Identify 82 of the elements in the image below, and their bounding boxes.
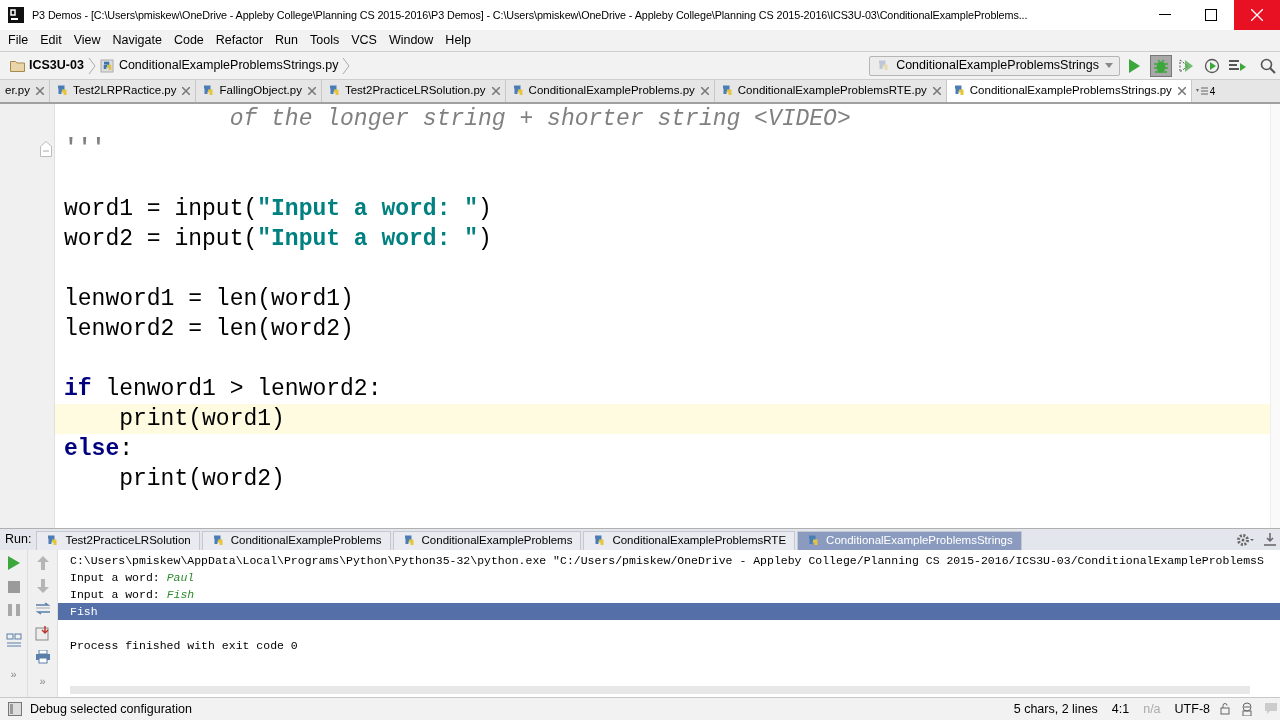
- python-icon: [45, 534, 60, 548]
- code-line: else:: [64, 434, 134, 464]
- code-line: if lenword1 > lenword2:: [64, 374, 382, 404]
- rerun-icon[interactable]: [7, 556, 20, 570]
- menu-item[interactable]: Tools: [304, 31, 346, 50]
- code-line: word1 = input("Input a word: "): [64, 194, 492, 224]
- status-item[interactable]: 4:1: [1111, 699, 1130, 719]
- python-file-icon: [99, 58, 114, 73]
- code-comment: of the longer string + shorter string <VIDEO>: [228, 104, 851, 134]
- close-tab-icon[interactable]: [1177, 87, 1186, 95]
- close-tab-icon[interactable]: [700, 87, 709, 95]
- python-file-icon: [201, 84, 216, 98]
- console-line: C:\Users\pmiskew\AppData\Local\Programs\Python\Python35-32\python.exe "C:/Users/pmiskew/OneDrive - Appleby College/Planning CS 2015-2016/ICS3U-03/ConditionalExampleProblemsS: [70, 552, 1264, 569]
- code-line: print(word2): [118, 464, 285, 494]
- python-icon: [592, 534, 607, 548]
- layout-icon[interactable]: [5, 633, 22, 647]
- run-icon[interactable]: [1128, 58, 1140, 73]
- menu-item[interactable]: File: [2, 31, 35, 50]
- app-logo-icon: [8, 7, 24, 23]
- code-comment: ''': [64, 134, 106, 164]
- python-icon: [876, 58, 891, 73]
- minimize-icon: [1159, 14, 1171, 16]
- stop-icon[interactable]: [7, 581, 20, 593]
- status-message: Debug selected configuration: [30, 700, 193, 718]
- menu-item[interactable]: Run: [269, 31, 304, 50]
- python-icon: [806, 534, 821, 548]
- chevron-icon: [87, 56, 96, 75]
- chevron-icon: [342, 56, 351, 75]
- file-breadcrumb[interactable]: ConditionalExampleProblemsStrings.py: [99, 56, 339, 75]
- soft-wrap-icon[interactable]: [34, 602, 51, 616]
- menu-item[interactable]: VCS: [345, 31, 383, 50]
- settings-icon[interactable]: [1236, 532, 1254, 547]
- menu-item[interactable]: Code: [167, 31, 210, 50]
- caret-icon: [1105, 63, 1113, 68]
- status-item[interactable]: 5 chars, 2 lines: [1013, 699, 1098, 719]
- menu-item[interactable]: View: [67, 31, 107, 50]
- project-breadcrumb[interactable]: ICS3U-03: [10, 56, 84, 75]
- code-line: word2 = input("Input a word: "): [64, 224, 492, 254]
- close-tab-icon[interactable]: [35, 87, 44, 95]
- run-list-icon[interactable]: [1228, 58, 1246, 73]
- vertical-scrollbar[interactable]: [1270, 104, 1280, 528]
- profile-icon[interactable]: [1204, 57, 1220, 74]
- close-tab-icon[interactable]: [182, 87, 191, 95]
- close-icon: [1251, 9, 1263, 21]
- code-line: lenword1 = len(word1): [64, 284, 354, 314]
- menu-item[interactable]: Edit: [34, 31, 68, 50]
- lock-icon[interactable]: [1220, 703, 1230, 715]
- run-panel-label: Run:: [4, 531, 33, 549]
- folder-icon: [10, 59, 25, 72]
- tab-overflow-button[interactable]: 4: [1191, 80, 1220, 102]
- scroll-to-end-icon[interactable]: [34, 625, 51, 641]
- list-icon: [1195, 87, 1208, 95]
- panel-toggle-icon[interactable]: [8, 702, 22, 716]
- inspector-icon[interactable]: [1240, 702, 1254, 716]
- close-tab-icon[interactable]: [307, 87, 316, 95]
- menu-item[interactable]: Refactor: [209, 31, 270, 50]
- window-title: P3 Demos - [C:\Users\pmiskew\OneDrive - Appleby College\Planning CS 2015-2016\P3 Demos] - C:\Users\pmiskew\OneDrive - Appleby College\Planning CS 2015-2016\ICS3U-03\ConditionalExampleProblems...: [32, 7, 1028, 23]
- run-configuration-dropdown[interactable]: ConditionalExampleProblemsStrings: [869, 55, 1120, 76]
- hide-panel-icon[interactable]: [1264, 532, 1276, 547]
- editor-tab[interactable]: ConditionalExampleProblemsStrings.py: [946, 80, 1192, 102]
- maximize-icon: [1205, 9, 1217, 21]
- fold-marker-icon[interactable]: [40, 141, 52, 157]
- run-tab[interactable]: Test2PracticeLRSolution: [36, 531, 200, 550]
- menu-item[interactable]: Window: [382, 31, 440, 50]
- run-tab[interactable]: ConditionalExampleProblems: [392, 531, 582, 550]
- menu-item[interactable]: Navigate: [106, 31, 168, 50]
- run-tab[interactable]: ConditionalExampleProblems: [201, 531, 391, 550]
- run-tab[interactable]: ConditionalExampleProblemsRTE: [583, 531, 796, 550]
- status-item[interactable]: UTF-8: [1174, 699, 1210, 719]
- debug-button[interactable]: [1150, 54, 1172, 77]
- console-line: Process finished with exit code 0: [70, 637, 298, 654]
- code-line: lenword2 = len(word2): [64, 314, 354, 344]
- console-line: Input a word: Paul: [70, 569, 195, 586]
- menu-item[interactable]: Help: [439, 31, 478, 50]
- search-icon[interactable]: [1260, 57, 1276, 74]
- close-tab-icon[interactable]: [491, 87, 500, 95]
- pause-icon[interactable]: [7, 604, 20, 616]
- print-icon[interactable]: [34, 650, 51, 664]
- console-line: Input a word: Fish: [70, 586, 195, 603]
- console-line: Fish: [70, 603, 98, 620]
- code-line: print(word1): [118, 404, 285, 434]
- close-tab-icon[interactable]: [932, 87, 941, 95]
